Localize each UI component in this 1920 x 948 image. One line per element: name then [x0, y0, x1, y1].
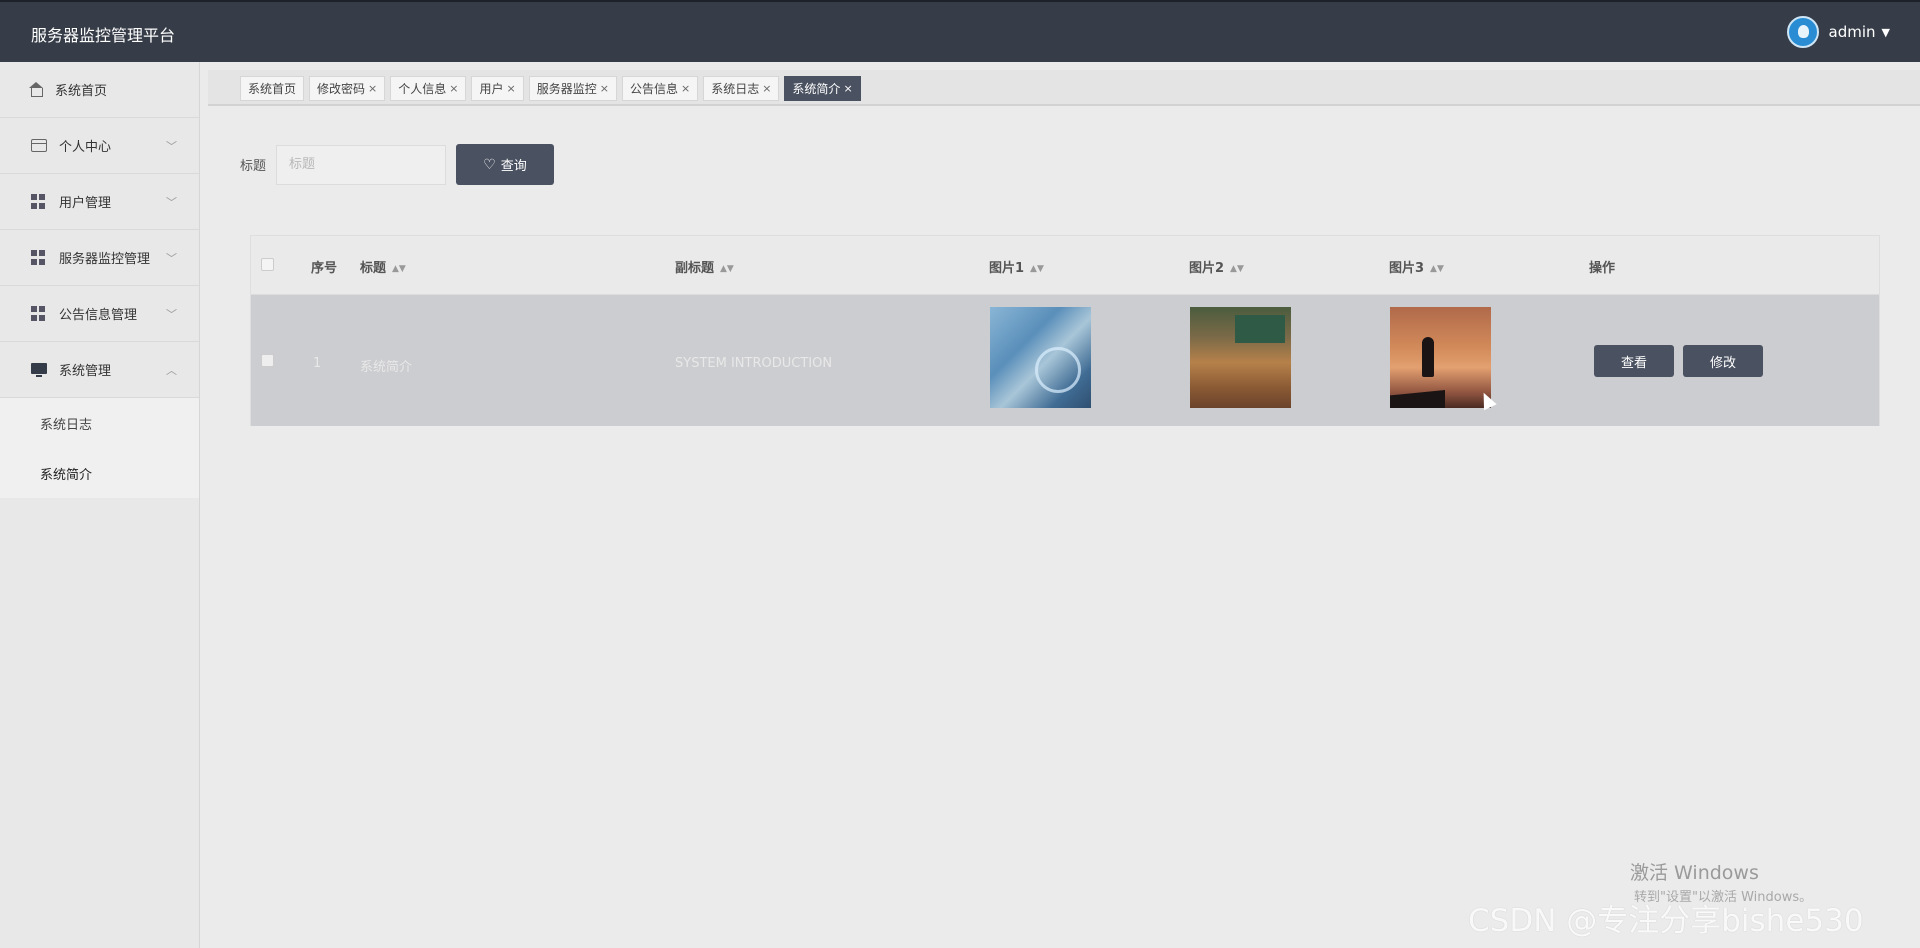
- sidebar-item-system-log[interactable]: 系统日志: [0, 398, 199, 448]
- user-menu[interactable]: admin ▼: [1786, 16, 1890, 48]
- chevron-down-icon: ﹀: [166, 196, 177, 209]
- row-subtitle: SYSTEM INTRODUCTION: [675, 356, 833, 371]
- edit-button[interactable]: 修改: [1683, 345, 1763, 377]
- sort-icon[interactable]: ▲▼: [1030, 264, 1044, 274]
- monitor-icon: [31, 362, 47, 377]
- chevron-down-icon: ﹀: [166, 140, 177, 153]
- tabs-bar: 系统首页 修改密码 × 个人信息 × 用户 × 服务器监控 × 公告信息 × 系统日志 × …: [208, 70, 1920, 106]
- sidebar-item-user-management[interactable]: 用户管理 ﹀: [0, 174, 199, 230]
- sort-icon[interactable]: ▲▼: [1230, 264, 1244, 274]
- chevron-down-icon: ﹀: [166, 252, 177, 265]
- column-header-index: 序号: [311, 261, 338, 276]
- search-input[interactable]: [276, 144, 447, 185]
- system-submenu: 系统日志 系统简介: [0, 398, 199, 498]
- sort-icon[interactable]: ▲▼: [1430, 264, 1444, 274]
- view-button[interactable]: 查看: [1594, 345, 1674, 377]
- column-header-label: 副标题: [675, 261, 715, 276]
- sidebar: 系统首页 个人中心 ﹀ 用户管理 ﹀ 服务器监控管理 ﹀ 公告信息管理 ﹀ 系统…: [0, 62, 200, 948]
- close-icon[interactable]: ×: [507, 82, 516, 95]
- tab-system-log[interactable]: 系统日志 ×: [703, 76, 780, 101]
- sidebar-item-server-monitoring[interactable]: 服务器监控管理 ﹀: [0, 230, 199, 286]
- tab-label: 系统日志: [711, 82, 760, 96]
- image2-thumbnail[interactable]: [1190, 307, 1291, 408]
- tab-label: 修改密码: [317, 82, 366, 96]
- tab-label: 系统首页: [248, 82, 297, 96]
- image3-thumbnail[interactable]: [1390, 307, 1491, 408]
- data-table: 序号 标题 ▲▼ 副标题 ▲▼ 图片1 ▲▼ 图片2 ▲▼ 图片3 ▲▼ 操作 1 系统简…: [250, 235, 1880, 426]
- column-header-image3[interactable]: 图片3 ▲▼: [1389, 257, 1444, 276]
- tab-label: 用户: [479, 82, 504, 96]
- top-navigation-bar: 服务器监控管理平台 admin ▼: [0, 0, 1920, 62]
- column-header-actions: 操作: [1589, 261, 1616, 276]
- tab-notice[interactable]: 公告信息 ×: [621, 76, 699, 101]
- sidebar-item-system-management[interactable]: 系统管理 ︿: [0, 342, 199, 398]
- tab-label: 系统简介: [792, 82, 841, 96]
- sidebar-item-home[interactable]: 系统首页: [0, 62, 199, 118]
- windows-activation-title: 激活 Windows: [1630, 862, 1759, 884]
- column-header-subtitle[interactable]: 副标题 ▲▼: [675, 257, 734, 276]
- sidebar-item-label: 系统首页: [55, 84, 108, 99]
- row-title: 系统简介: [360, 360, 413, 375]
- tab-home[interactable]: 系统首页: [240, 76, 305, 101]
- search-bar: 标题 ♡ 查询: [240, 144, 555, 185]
- tab-list: 系统首页 修改密码 × 个人信息 × 用户 × 服务器监控 × 公告信息 × 系统日志 × …: [240, 76, 866, 101]
- row-checkbox[interactable]: [261, 354, 274, 367]
- column-header-image2[interactable]: 图片2 ▲▼: [1189, 257, 1244, 276]
- grid-icon: [31, 305, 47, 322]
- column-header-label: 图片1: [989, 261, 1025, 276]
- sidebar-item-system-intro[interactable]: 系统简介: [0, 448, 199, 498]
- search-button-label: 查询: [500, 159, 527, 174]
- sort-icon[interactable]: ▲▼: [720, 264, 734, 274]
- chevron-down-icon: ﹀: [166, 308, 177, 321]
- heart-icon: ♡: [483, 156, 496, 173]
- column-header-image1[interactable]: 图片1 ▲▼: [989, 257, 1044, 276]
- close-icon[interactable]: ×: [681, 82, 690, 95]
- caret-down-icon[interactable]: ▼: [1882, 26, 1890, 39]
- sidebar-item-label: 公告信息管理: [59, 308, 138, 323]
- close-icon[interactable]: ×: [449, 82, 458, 95]
- sort-icon[interactable]: ▲▼: [392, 264, 406, 274]
- grid-icon: [31, 249, 47, 266]
- tab-label: 服务器监控: [536, 82, 597, 96]
- tab-system-intro[interactable]: 系统简介 ×: [784, 76, 861, 101]
- home-icon: [29, 81, 43, 97]
- csdn-watermark: CSDN @专注分享bishe530: [1468, 903, 1864, 939]
- sidebar-item-label: 用户管理: [59, 196, 112, 211]
- close-icon[interactable]: ×: [368, 82, 377, 95]
- user-name[interactable]: admin: [1829, 23, 1876, 41]
- tab-server-monitor[interactable]: 服务器监控 ×: [528, 76, 617, 101]
- id-card-icon: [31, 139, 47, 152]
- chevron-up-icon: ︿: [166, 364, 177, 377]
- column-header-label: 图片3: [1389, 261, 1425, 276]
- tab-user[interactable]: 用户 ×: [471, 76, 524, 101]
- table-header: 序号 标题 ▲▼ 副标题 ▲▼ 图片1 ▲▼ 图片2 ▲▼ 图片3 ▲▼ 操作: [251, 236, 1879, 295]
- close-icon[interactable]: ×: [762, 82, 771, 95]
- column-header-title[interactable]: 标题 ▲▼: [360, 257, 406, 276]
- tab-personal-info[interactable]: 个人信息 ×: [390, 76, 467, 101]
- column-header-label: 图片2: [1189, 261, 1225, 276]
- image1-thumbnail[interactable]: [990, 307, 1091, 408]
- select-all-checkbox[interactable]: [261, 258, 274, 271]
- tab-label: 公告信息: [629, 82, 678, 96]
- column-header-label: 标题: [360, 261, 387, 276]
- sidebar-item-personal-center[interactable]: 个人中心 ﹀: [0, 118, 199, 174]
- search-button[interactable]: ♡ 查询: [456, 144, 555, 185]
- app-title: 服务器监控管理平台: [31, 26, 176, 45]
- close-icon[interactable]: ×: [843, 82, 852, 95]
- tab-change-password[interactable]: 修改密码 ×: [309, 76, 386, 101]
- search-label: 标题: [240, 159, 267, 174]
- row-index: 1: [313, 356, 322, 371]
- sidebar-item-label: 个人中心: [59, 140, 112, 155]
- sidebar-item-label: 系统管理: [59, 364, 112, 379]
- table-row[interactable]: 1 系统简介 SYSTEM INTRODUCTION 查看 修改: [251, 295, 1879, 426]
- grid-icon: [31, 193, 47, 210]
- tab-label: 个人信息: [398, 82, 447, 96]
- avatar[interactable]: [1786, 16, 1819, 48]
- sidebar-item-label: 服务器监控管理: [59, 252, 151, 267]
- close-icon[interactable]: ×: [600, 82, 609, 95]
- sidebar-item-notice-management[interactable]: 公告信息管理 ﹀: [0, 286, 199, 342]
